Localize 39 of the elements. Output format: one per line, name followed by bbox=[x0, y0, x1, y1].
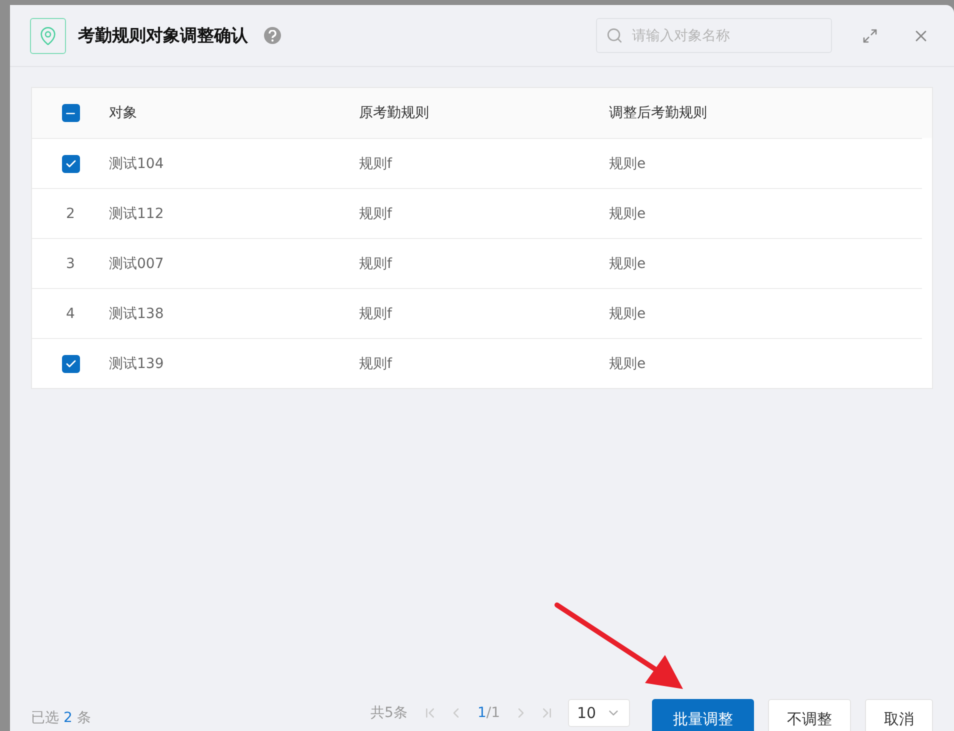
dialog-button[interactable]: 不调整 bbox=[768, 699, 851, 731]
table-cell-text: 规则e bbox=[609, 304, 647, 322]
select-all-checkbox[interactable] bbox=[62, 104, 80, 122]
dialog-title: 考勤规则对象调整确认 bbox=[78, 25, 248, 47]
table-cell-text: 规则f bbox=[359, 154, 394, 172]
search-field[interactable]: 请输入对象名称 bbox=[596, 18, 832, 53]
column-header: 原考勤规则 bbox=[359, 104, 430, 122]
location-pin-icon bbox=[30, 18, 66, 54]
table-cell-text: 规则e bbox=[609, 254, 647, 272]
table-cell-text: 测试138 bbox=[109, 304, 165, 322]
selected-count: 已选 2 条 bbox=[31, 709, 91, 727]
table-cell-text: 测试112 bbox=[109, 204, 165, 222]
row-number: 4 bbox=[66, 306, 75, 322]
row-checkbox[interactable] bbox=[62, 354, 80, 372]
table-cell-text: 测试139 bbox=[109, 354, 165, 372]
table-cell-text: 规则f bbox=[359, 304, 394, 322]
row-number: 2 bbox=[66, 206, 75, 222]
help-icon[interactable] bbox=[264, 27, 281, 44]
table-cell-text: 规则e bbox=[609, 204, 647, 222]
column-header: 对象 bbox=[109, 104, 138, 122]
dialog-button[interactable]: 取消 bbox=[865, 699, 933, 731]
table-cell-text: 规则f bbox=[359, 354, 394, 372]
row-checkbox[interactable] bbox=[62, 154, 80, 172]
table-cell-text: 规则f bbox=[359, 254, 394, 272]
table-cell-text: 规则e bbox=[609, 354, 647, 372]
check-icon bbox=[64, 158, 76, 170]
total-count: 共5条 bbox=[370, 704, 408, 722]
batch-adjust-button[interactable]: 批量调整 bbox=[652, 699, 754, 731]
table-cell-text: 规则e bbox=[609, 154, 647, 172]
page-indicator: 1/1 bbox=[476, 705, 501, 721]
table-cell-text: 测试007 bbox=[109, 254, 165, 272]
column-header: 调整后考勤规则 bbox=[609, 104, 708, 122]
row-number: 3 bbox=[66, 256, 75, 272]
search-icon bbox=[606, 27, 623, 44]
maximize-icon bbox=[862, 28, 878, 44]
page-size-select[interactable]: 10 bbox=[568, 699, 630, 727]
check-icon bbox=[64, 358, 76, 370]
table-cell-text: 测试104 bbox=[109, 154, 165, 172]
table-cell-text: 规则f bbox=[359, 204, 394, 222]
